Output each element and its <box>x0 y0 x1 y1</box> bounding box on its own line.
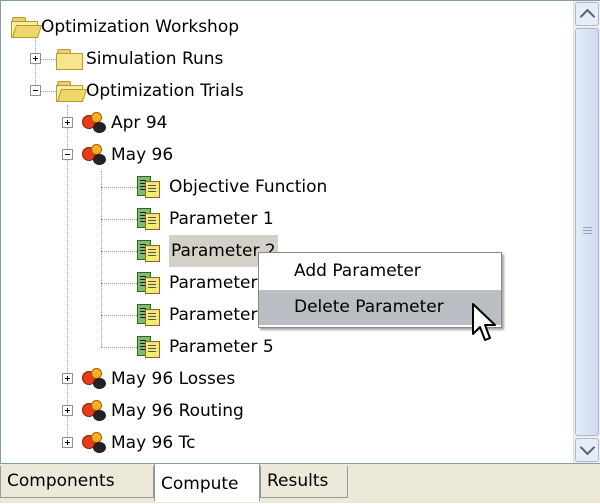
mouse-pointer-icon <box>472 303 496 341</box>
tree-connector <box>101 347 137 348</box>
tree-item-label: Simulation Runs <box>86 49 224 69</box>
document-icon <box>137 272 160 294</box>
expand-toggle[interactable] <box>62 373 73 384</box>
tree-connector <box>40 59 56 60</box>
tree-item-trial[interactable]: May 96 Routing <box>81 395 381 427</box>
optimization-trial-icon <box>81 431 107 455</box>
folder-icon <box>56 49 83 70</box>
optimization-trial-icon <box>81 143 107 167</box>
tree-item-label: Objective Function <box>169 177 328 197</box>
document-icon <box>137 304 160 326</box>
document-icon <box>137 240 160 262</box>
document-icon <box>137 176 160 198</box>
chevron-down-icon <box>579 439 596 456</box>
tree-item-label: May 96 Tc <box>111 433 196 453</box>
tree-item-trial[interactable]: Apr 94 <box>81 107 281 139</box>
chevron-up-icon <box>579 8 596 25</box>
tree-item-optimization-workshop[interactable]: Optimization Workshop <box>11 11 411 43</box>
document-icon <box>137 208 160 230</box>
tree-item-trial[interactable]: May 96 <box>81 139 281 171</box>
tree-item-trial[interactable]: May 96 Tc <box>81 427 381 459</box>
scroll-up-button[interactable] <box>575 2 599 26</box>
tree-item-label: Apr 94 <box>111 113 168 133</box>
tab-components[interactable]: Components <box>0 466 154 498</box>
vertical-scrollbar[interactable] <box>573 1 600 463</box>
optimization-trial-icon <box>81 399 107 423</box>
tree-item-label: Optimization Workshop <box>41 17 240 37</box>
tree-connector <box>101 283 137 284</box>
tree-item-objective-function[interactable]: Objective Function <box>137 171 437 203</box>
tree-item-label: Parameter 1 <box>169 209 274 229</box>
tree-connector <box>101 171 102 347</box>
tree-connector <box>40 91 56 92</box>
menu-item-delete-parameter[interactable]: Delete Parameter <box>259 290 501 325</box>
tree-item-trial[interactable]: May 96 Losses <box>81 363 381 395</box>
collapse-toggle[interactable] <box>62 149 73 160</box>
folder-open-icon <box>56 81 88 102</box>
collapse-toggle[interactable] <box>30 85 41 96</box>
tree-item-label: May 96 Routing <box>111 401 244 421</box>
tree-item-simulation-runs[interactable]: Simulation Runs <box>56 43 356 75</box>
folder-open-icon <box>11 17 43 38</box>
tree-connector <box>101 219 137 220</box>
tree-connector <box>101 251 137 252</box>
tab-compute[interactable]: Compute <box>154 464 260 502</box>
tree-item-optimization-trials[interactable]: Optimization Trials <box>56 75 356 107</box>
watershed-explorer-panel: Optimization Workshop Simulation Runs Op… <box>0 0 600 464</box>
scrollbar-thumb[interactable] <box>575 28 599 436</box>
grip-icon <box>583 227 592 228</box>
menu-item-add-parameter[interactable]: Add Parameter <box>259 254 501 289</box>
tree-item-label: May 96 <box>111 145 174 165</box>
tree-item-label: Optimization Trials <box>86 81 244 101</box>
tab-results[interactable]: Results <box>260 466 348 498</box>
expand-toggle[interactable] <box>62 117 73 128</box>
tree-item-label: May 96 Losses <box>111 369 236 389</box>
optimization-trial-icon <box>81 367 107 391</box>
tree-item-parameter[interactable]: Parameter 5 <box>137 331 437 363</box>
tree-connector <box>101 187 137 188</box>
expand-toggle[interactable] <box>30 53 41 64</box>
tree-item-parameter[interactable]: Parameter 1 <box>137 203 437 235</box>
optimization-trial-icon <box>81 111 107 135</box>
expand-toggle[interactable] <box>62 405 73 416</box>
expand-toggle[interactable] <box>62 437 73 448</box>
scroll-down-button[interactable] <box>575 438 599 462</box>
document-icon <box>137 336 160 358</box>
tree-item-label: Parameter 5 <box>169 337 274 357</box>
tab-bar: Components Compute Results <box>0 464 600 503</box>
context-menu: Add Parameter Delete Parameter <box>258 252 502 328</box>
tree-view[interactable]: Optimization Workshop Simulation Runs Op… <box>1 1 573 463</box>
tree-connector <box>101 315 137 316</box>
